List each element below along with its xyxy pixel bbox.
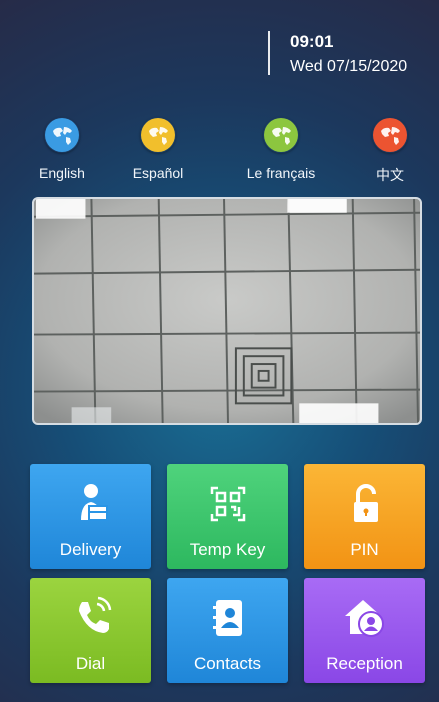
pin-button[interactable]: PIN <box>304 464 425 569</box>
reception-label: Reception <box>326 654 403 673</box>
dial-button[interactable]: Dial <box>30 578 151 683</box>
reception-button[interactable]: Reception <box>304 578 425 683</box>
contacts-book-icon <box>167 594 288 642</box>
delivery-button[interactable]: Delivery <box>30 464 151 569</box>
delivery-label: Delivery <box>59 540 122 559</box>
temp-key-button[interactable]: Temp Key <box>167 464 288 569</box>
status-divider <box>268 31 270 75</box>
language-selector: English Español Le français 中文 <box>0 117 439 197</box>
language-espanol-button[interactable]: Español <box>113 117 203 181</box>
camera-preview <box>32 197 422 425</box>
clock-time: 09:01 <box>290 32 334 51</box>
dial-label: Dial <box>75 654 106 673</box>
temp-key-label: Temp Key <box>189 540 266 559</box>
pin-label: PIN <box>350 540 379 559</box>
delivery-person-icon <box>30 480 151 528</box>
unlock-icon <box>304 480 425 528</box>
language-label: Español <box>132 165 184 181</box>
contacts-button[interactable]: Contacts <box>167 578 288 683</box>
language-label: English <box>39 165 85 181</box>
language-chinese-button[interactable]: 中文 <box>345 117 435 185</box>
language-label: 中文 <box>376 167 404 183</box>
contacts-label: Contacts <box>193 654 262 673</box>
globe-icon <box>263 117 299 153</box>
phone-icon <box>30 594 151 642</box>
language-english-button[interactable]: English <box>17 117 107 181</box>
globe-icon <box>44 117 80 153</box>
clock-date: Wed 07/15/2020 <box>290 58 408 75</box>
status-bar: 09:01 Wed 07/15/2020 <box>0 0 439 90</box>
qr-code-icon <box>167 480 288 528</box>
ceiling-grid-image <box>34 199 420 423</box>
globe-icon <box>372 117 408 153</box>
globe-icon <box>140 117 176 153</box>
language-francais-button[interactable]: Le français <box>236 117 326 181</box>
language-label: Le français <box>246 165 316 181</box>
reception-house-icon <box>304 594 425 642</box>
